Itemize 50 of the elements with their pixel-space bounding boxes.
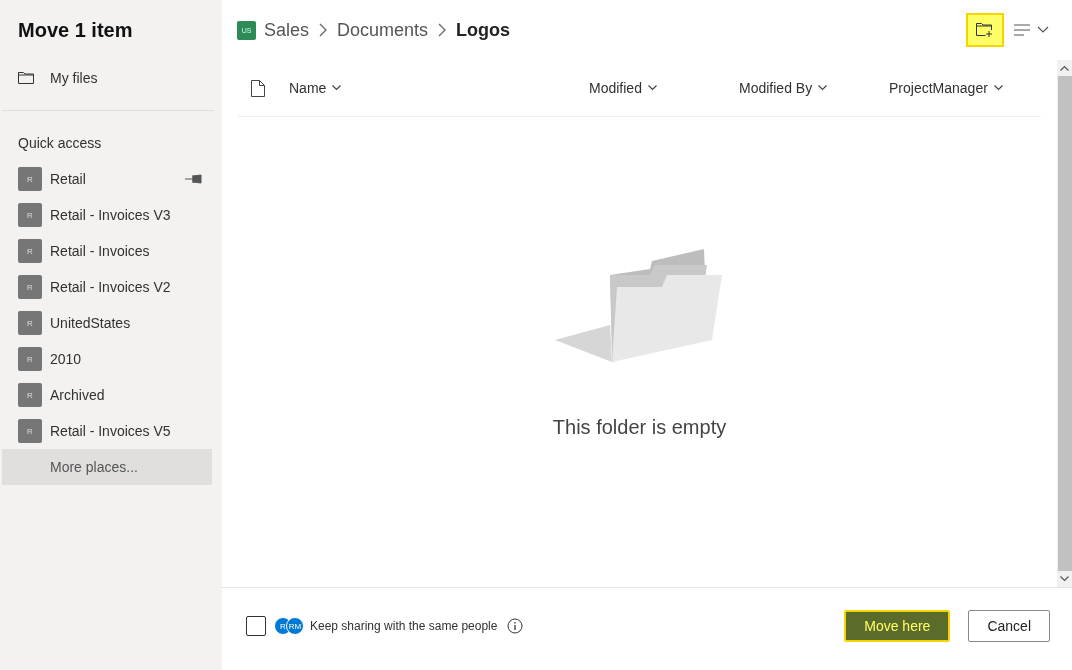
site-icon: R xyxy=(18,419,42,443)
site-icon: R xyxy=(18,167,42,191)
breadcrumb-item[interactable]: Documents xyxy=(337,19,429,41)
more-places-item[interactable]: More places... xyxy=(2,449,212,485)
caret-icon xyxy=(647,85,657,91)
quick-access-item[interactable]: R 2010 xyxy=(0,341,222,377)
column-header[interactable]: Modified By xyxy=(739,80,889,96)
quick-access-item[interactable]: R UnitedStates xyxy=(0,305,222,341)
column-label: Modified By xyxy=(739,80,813,96)
quick-access-item[interactable]: R Retail - Invoices V3 xyxy=(0,197,222,233)
quick-access-item[interactable]: R Archived xyxy=(0,377,222,413)
site-icon: R xyxy=(18,383,42,407)
scrollbar[interactable] xyxy=(1057,60,1072,587)
folder-icon xyxy=(18,72,34,84)
chevron-icon xyxy=(319,23,328,37)
new-folder-icon xyxy=(976,23,994,37)
caret-icon xyxy=(818,85,828,91)
chevron-icon xyxy=(438,23,447,37)
breadcrumb-item[interactable]: Logos xyxy=(456,19,511,41)
breadcrumb-item[interactable]: Sales xyxy=(264,19,310,41)
section-title: Quick access xyxy=(18,135,103,151)
file-type-icon xyxy=(251,79,265,97)
quick-access-item[interactable]: R Retail - Invoices V2 xyxy=(0,269,222,305)
pin-icon[interactable] xyxy=(185,174,202,184)
column-label: Modified xyxy=(589,80,642,96)
my-files-link[interactable]: My files xyxy=(18,70,222,86)
dialog-title: Move 1 item xyxy=(18,19,134,42)
new-folder-button[interactable] xyxy=(966,13,1004,47)
column-header[interactable]: Name xyxy=(289,80,589,96)
site-icon: R xyxy=(18,203,42,227)
checkbox-label: Keep sharing with the same people xyxy=(310,619,498,633)
empty-message: This folder is empty xyxy=(552,416,727,439)
quick-access-item[interactable]: R Retail xyxy=(0,161,222,197)
quick-access-item[interactable]: R Retail - Invoices V5 xyxy=(0,413,222,449)
caret-icon xyxy=(332,85,342,91)
site-icon: R xyxy=(18,239,42,263)
cancel-button[interactable]: Cancel xyxy=(968,610,1050,642)
checkbox[interactable] xyxy=(246,616,266,636)
site-icon: R xyxy=(18,347,42,371)
column-label: Name xyxy=(289,80,327,96)
quick-access-item[interactable]: R Retail - Invoices xyxy=(0,233,222,269)
move-here-button[interactable]: Move here xyxy=(844,610,951,642)
column-header[interactable]: Modified xyxy=(589,80,739,96)
avatar: RM xyxy=(286,617,304,635)
caret-icon xyxy=(993,85,1003,91)
scroll-down-icon[interactable] xyxy=(1060,576,1069,582)
site-icon: R xyxy=(18,311,42,335)
info-icon[interactable] xyxy=(507,618,524,634)
site-icon: R xyxy=(18,275,42,299)
scroll-up-icon[interactable] xyxy=(1060,65,1069,71)
